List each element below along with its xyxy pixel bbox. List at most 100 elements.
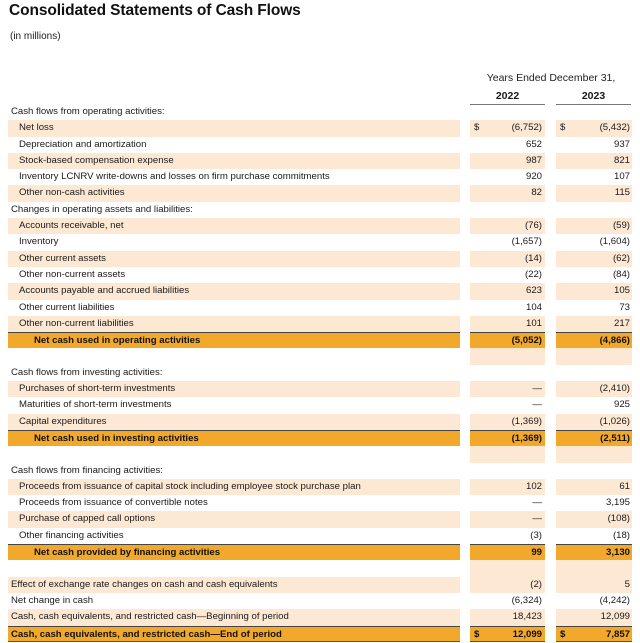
period-header: Years Ended December 31,	[486, 72, 616, 84]
amount: 7,857	[605, 628, 630, 640]
row-label: Inventory	[19, 236, 59, 248]
value-2023: (4,242)	[556, 593, 632, 609]
row-label: Cash, cash equivalents, and restricted c…	[8, 625, 460, 642]
value-2022: 652	[470, 137, 545, 153]
value-2022: 99	[470, 544, 545, 561]
value-2022: 623	[470, 283, 545, 300]
table-row: Other non-current assets (22) (84)	[8, 267, 632, 283]
row-label: Other financing activities	[19, 529, 124, 541]
value-2023	[556, 104, 632, 120]
amount: 61	[619, 480, 630, 492]
row-label: Accounts receivable, net	[8, 218, 460, 235]
value-2023: 105	[556, 283, 632, 300]
value-2023: 5	[556, 576, 632, 593]
section-header-row: Cash flows from investing activities:	[8, 365, 632, 381]
value-2022: (2)	[470, 576, 545, 593]
row-label: Capital expenditures	[8, 413, 460, 430]
amount: (2,410)	[599, 383, 630, 395]
table-row: Stock-based compensation expense 987 821	[8, 152, 632, 170]
value-2023: (1,026)	[556, 413, 632, 430]
value-2023	[556, 202, 632, 218]
value-2023: (18)	[556, 528, 632, 544]
subtotal-row: Net cash provided by financing activitie…	[8, 544, 632, 561]
year-header-2023: 2023	[556, 90, 631, 105]
amount: (5,052)	[511, 335, 542, 347]
amount: (59)	[612, 220, 630, 232]
value-2023: (84)	[556, 267, 632, 283]
table-row: Proceeds from issuance of capital stock …	[8, 478, 632, 496]
year-header-2022: 2022	[470, 90, 545, 105]
row-label: Net cash used in investing activities	[8, 429, 460, 447]
currency-symbol: $	[474, 628, 480, 640]
row-label	[8, 446, 460, 462]
amount: 623	[525, 285, 542, 297]
row-label	[8, 348, 460, 364]
value-2023: 115	[556, 185, 632, 202]
amount: 3,195	[605, 497, 630, 509]
amount: 101	[525, 317, 542, 329]
amount: 115	[614, 187, 630, 199]
amount: (3)	[530, 529, 542, 541]
value-2022: 920	[470, 169, 545, 185]
currency-symbol: $	[474, 122, 480, 134]
amount: 99	[531, 547, 542, 559]
row-label: Cash, cash equivalents, and restricted c…	[8, 609, 460, 626]
value-2022: 104	[470, 300, 545, 316]
amount: (1,026)	[599, 415, 630, 427]
table-row: Effect of exchange rate changes on cash …	[8, 576, 632, 593]
value-2022: 101	[470, 315, 545, 333]
currency-symbol: $	[560, 122, 566, 134]
amount: —	[532, 399, 542, 411]
value-2022: 102	[470, 478, 545, 496]
value-2022	[470, 104, 545, 120]
row-label: Cash flows from investing activities:	[11, 366, 163, 378]
amount: 102	[525, 480, 542, 492]
value-2023	[556, 365, 632, 381]
row-label: Effect of exchange rate changes on cash …	[8, 576, 460, 593]
amount: 12,099	[512, 628, 542, 640]
row-label: Proceeds from issuance of capital stock …	[8, 478, 460, 496]
table-row: Proceeds from issuance of convertible no…	[8, 495, 632, 511]
table-row: Other non-current liabilities 101 217	[8, 315, 632, 333]
table-row: Other current liabilities 104 73	[8, 300, 632, 316]
subtotal-row: Net cash used in operating activities (5,…	[8, 332, 632, 349]
row-label: Purchases of short-term investments	[8, 381, 460, 398]
currency-symbol: $	[560, 628, 566, 640]
row-label: Cash flows from financing activities:	[11, 464, 163, 476]
table-row: Other current assets (14) (62)	[8, 250, 632, 267]
page-title: Consolidated Statements of Cash Flows	[9, 2, 301, 19]
cash-flow-table: Cash flows from operating activities: Net…	[8, 104, 632, 642]
value-2023: 12,099	[556, 609, 632, 626]
value-2022: —	[470, 397, 545, 413]
value-2022	[470, 202, 545, 218]
amount: 217	[613, 317, 630, 329]
row-label: Other non-current liabilities	[8, 315, 460, 333]
value-2023: 61	[556, 478, 632, 496]
table-row: Inventory (1,657) (1,604)	[8, 234, 632, 250]
amount: 920	[525, 171, 542, 183]
value-2023: 821	[556, 152, 632, 170]
value-2023: $ (5,432)	[556, 120, 632, 137]
value-2023: (2,410)	[556, 381, 632, 398]
row-label: Maturities of short-term investments	[19, 399, 172, 411]
row-label: Inventory LCNRV write-downs and losses o…	[19, 171, 330, 183]
amount: (2,511)	[600, 432, 630, 444]
value-2022: (1,369)	[470, 413, 545, 430]
section-header-row: Cash flows from financing activities:	[8, 463, 632, 479]
row-label: Other current liabilities	[19, 301, 115, 313]
value-2022: (3)	[470, 528, 545, 544]
amount: —	[532, 497, 542, 509]
amount: (6,752)	[511, 122, 542, 134]
amount: 105	[613, 285, 630, 297]
value-2022	[470, 463, 545, 479]
value-2022: 82	[470, 185, 545, 202]
value-2023: 73	[556, 300, 632, 316]
units-note: (in millions)	[10, 31, 61, 42]
amount: 12,099	[600, 611, 630, 623]
subtotal-row: Cash, cash equivalents, and restricted c…	[8, 625, 632, 642]
amount: —	[532, 513, 542, 525]
table-row: Inventory LCNRV write-downs and losses o…	[8, 169, 632, 185]
section-header-row: Cash flows from operating activities:	[8, 104, 632, 120]
value-2023: (1,604)	[556, 234, 632, 250]
amount: 18,423	[512, 611, 542, 623]
